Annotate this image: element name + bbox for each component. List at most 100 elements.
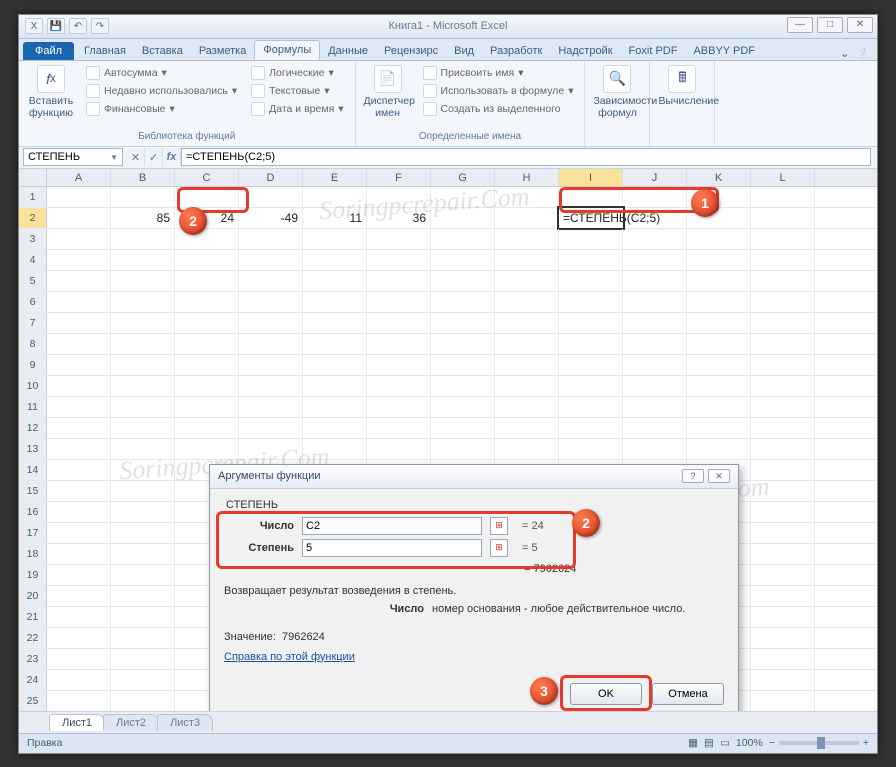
cell-L1[interactable] — [751, 187, 815, 207]
cell-B23[interactable] — [111, 649, 175, 669]
col-G[interactable]: G — [431, 169, 495, 186]
cell-L24[interactable] — [751, 670, 815, 690]
cell-D8[interactable] — [239, 334, 303, 354]
cell-I4[interactable] — [559, 250, 623, 270]
cell-I2[interactable]: =СТЕПЕНЬ(C2;5) — [559, 208, 623, 228]
cell-K9[interactable] — [687, 355, 751, 375]
cell-J4[interactable] — [623, 250, 687, 270]
cell-G6[interactable] — [431, 292, 495, 312]
cell-F12[interactable] — [367, 418, 431, 438]
tab-file[interactable]: Файл — [23, 42, 74, 60]
cell-E2[interactable]: 11 — [303, 208, 367, 228]
cell-H12[interactable] — [495, 418, 559, 438]
tab-insert[interactable]: Вставка — [134, 42, 191, 60]
cell-G7[interactable] — [431, 313, 495, 333]
cell-L22[interactable] — [751, 628, 815, 648]
col-C[interactable]: C — [175, 169, 239, 186]
name-box[interactable]: СТЕПЕНЬ▼ — [23, 148, 123, 166]
cell-A3[interactable] — [47, 229, 111, 249]
col-J[interactable]: J — [623, 169, 687, 186]
minimize-icon[interactable]: — — [787, 17, 813, 33]
confirm-formula-icon[interactable]: ✓ — [145, 148, 163, 166]
cell-B9[interactable] — [111, 355, 175, 375]
cell-J11[interactable] — [623, 397, 687, 417]
text-button[interactable]: Текстовые ▾ — [248, 83, 346, 99]
row-header[interactable]: 13 — [19, 439, 47, 459]
use-in-formula-button[interactable]: Использовать в формуле ▾ — [420, 83, 577, 99]
select-all-corner[interactable] — [19, 169, 47, 186]
cell-D10[interactable] — [239, 376, 303, 396]
view-normal-icon[interactable]: ▦ — [688, 737, 698, 749]
cell-A20[interactable] — [47, 586, 111, 606]
cell-A7[interactable] — [47, 313, 111, 333]
cell-L2[interactable] — [751, 208, 815, 228]
cell-J7[interactable] — [623, 313, 687, 333]
cell-G5[interactable] — [431, 271, 495, 291]
cell-J1[interactable] — [623, 187, 687, 207]
cell-E9[interactable] — [303, 355, 367, 375]
cell-A23[interactable] — [47, 649, 111, 669]
cell-L20[interactable] — [751, 586, 815, 606]
cell-L11[interactable] — [751, 397, 815, 417]
ok-button[interactable]: OK — [570, 683, 642, 705]
cell-F2[interactable]: 36 — [367, 208, 431, 228]
cell-K6[interactable] — [687, 292, 751, 312]
cell-B7[interactable] — [111, 313, 175, 333]
cell-H11[interactable] — [495, 397, 559, 417]
cell-J12[interactable] — [623, 418, 687, 438]
cell-L18[interactable] — [751, 544, 815, 564]
name-manager-button[interactable]: 📄 Диспетчер имен — [364, 65, 412, 119]
cell-F10[interactable] — [367, 376, 431, 396]
cell-B1[interactable] — [111, 187, 175, 207]
cell-E1[interactable] — [303, 187, 367, 207]
cell-I5[interactable] — [559, 271, 623, 291]
datetime-button[interactable]: Дата и время ▾ — [248, 101, 346, 117]
cell-G11[interactable] — [431, 397, 495, 417]
col-I[interactable]: I — [559, 169, 623, 186]
col-H[interactable]: H — [495, 169, 559, 186]
formula-deps-button[interactable]: 🔍Зависимости формул — [593, 65, 641, 119]
cell-E13[interactable] — [303, 439, 367, 459]
cell-L21[interactable] — [751, 607, 815, 627]
sheet-tab-2[interactable]: Лист2 — [103, 714, 159, 731]
zoom-slider[interactable]: − + — [769, 737, 869, 749]
range-selector-icon[interactable]: ⊞ — [490, 539, 508, 557]
fx-button-icon[interactable]: fx — [163, 148, 181, 166]
cell-G1[interactable] — [431, 187, 495, 207]
cell-A9[interactable] — [47, 355, 111, 375]
zoom-in-icon[interactable]: + — [863, 737, 869, 749]
cell-B16[interactable] — [111, 502, 175, 522]
cell-I3[interactable] — [559, 229, 623, 249]
row-header[interactable]: 1 — [19, 187, 47, 207]
cell-B10[interactable] — [111, 376, 175, 396]
row-header[interactable]: 8 — [19, 334, 47, 354]
cell-G2[interactable] — [431, 208, 495, 228]
row-header[interactable]: 11 — [19, 397, 47, 417]
cell-E3[interactable] — [303, 229, 367, 249]
cell-H4[interactable] — [495, 250, 559, 270]
calculation-button[interactable]: 🖩Вычисление — [658, 65, 706, 107]
cell-A16[interactable] — [47, 502, 111, 522]
financial-button[interactable]: Финансовые ▾ — [83, 101, 240, 117]
row-header[interactable]: 19 — [19, 565, 47, 585]
tab-data[interactable]: Данные — [320, 42, 376, 60]
cell-F9[interactable] — [367, 355, 431, 375]
assign-name-button[interactable]: Присвоить имя ▾ — [420, 65, 577, 81]
cell-L5[interactable] — [751, 271, 815, 291]
arg-input-power[interactable] — [302, 539, 482, 557]
cell-E8[interactable] — [303, 334, 367, 354]
cell-I9[interactable] — [559, 355, 623, 375]
cell-F6[interactable] — [367, 292, 431, 312]
cell-C8[interactable] — [175, 334, 239, 354]
cell-H6[interactable] — [495, 292, 559, 312]
cell-B17[interactable] — [111, 523, 175, 543]
cell-H8[interactable] — [495, 334, 559, 354]
cell-A19[interactable] — [47, 565, 111, 585]
tab-foxit[interactable]: Foxit PDF — [621, 42, 686, 60]
cell-A4[interactable] — [47, 250, 111, 270]
cell-F7[interactable] — [367, 313, 431, 333]
cell-G4[interactable] — [431, 250, 495, 270]
cell-D3[interactable] — [239, 229, 303, 249]
cell-B15[interactable] — [111, 481, 175, 501]
cell-B22[interactable] — [111, 628, 175, 648]
